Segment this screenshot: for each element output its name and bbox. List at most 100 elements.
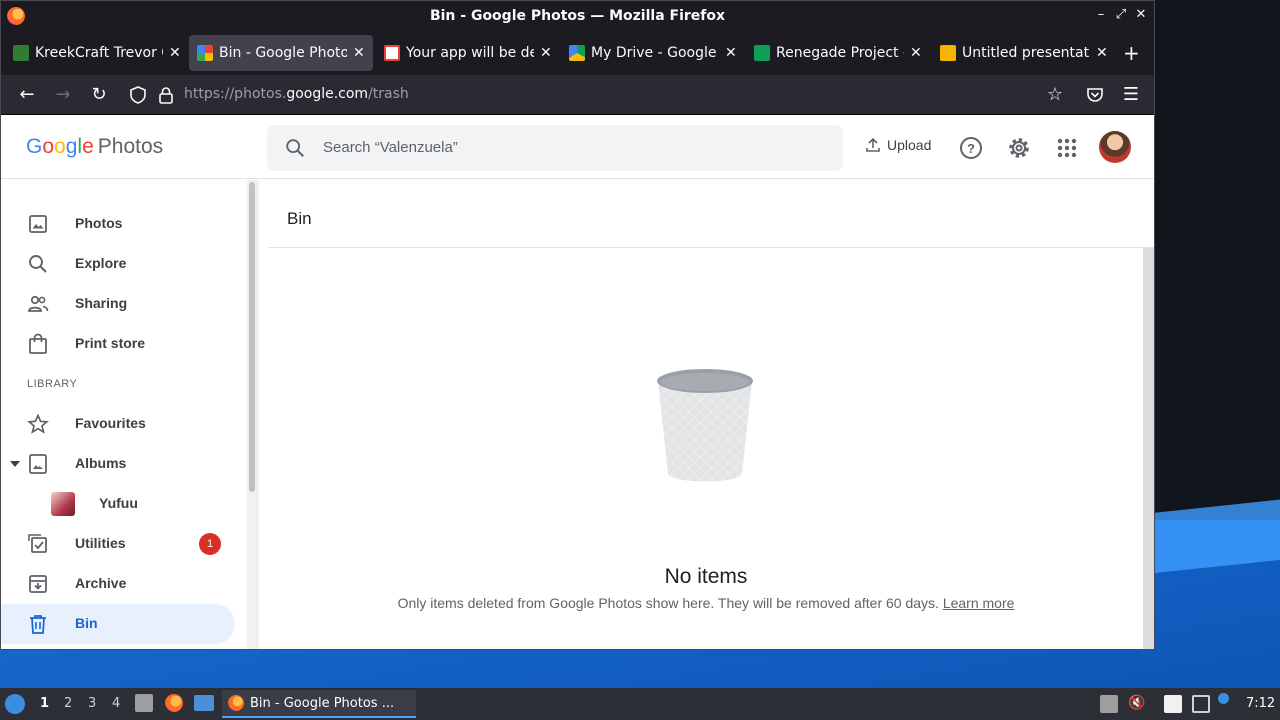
- trash-icon: [30, 615, 46, 634]
- network-icon[interactable]: [1192, 695, 1210, 713]
- sidebar-item-albums[interactable]: Albums: [1, 444, 235, 484]
- archive-icon: [29, 575, 47, 593]
- start-menu-icon[interactable]: [5, 694, 25, 714]
- tab-kreekcraft[interactable]: KreekCraft Trevor C ✕: [5, 35, 189, 71]
- desktop-icon[interactable]: [194, 695, 214, 711]
- utilities-icon: [28, 534, 47, 553]
- tab-close-icon[interactable]: ✕: [353, 45, 365, 61]
- tab-untitled-presentation[interactable]: Untitled presentatio ✕: [932, 35, 1116, 71]
- sidebar-item-label: Albums: [75, 455, 127, 471]
- library-section-label: LIBRARY: [27, 378, 78, 390]
- empty-bin-illustration: [657, 369, 753, 482]
- tab-close-icon[interactable]: ✕: [540, 45, 552, 61]
- taskbar: 1 2 3 4 Bin - Google Photos ... 🔇 7:12: [0, 688, 1280, 720]
- shield-icon[interactable]: [129, 86, 147, 104]
- album-icon: [29, 454, 47, 474]
- sidebar-item-album-yufuu[interactable]: Yufuu: [1, 484, 235, 524]
- search-box[interactable]: Search “Valenzuela”: [267, 125, 843, 171]
- sidebar-item-label: Bin: [75, 615, 98, 631]
- sidebar-item-archive[interactable]: Archive: [1, 564, 235, 604]
- pocket-icon[interactable]: [1086, 86, 1104, 104]
- settings-gear-icon[interactable]: [1006, 135, 1032, 161]
- taskbar-app-firefox[interactable]: Bin - Google Photos ...: [222, 690, 416, 718]
- account-avatar[interactable]: [1099, 131, 1131, 163]
- sidebar: Photos Explore Sharing Print store LIBRA…: [1, 180, 259, 649]
- sidebar-scrollbar-thumb[interactable]: [249, 182, 255, 492]
- sidebar-item-label: Sharing: [75, 295, 128, 311]
- help-icon[interactable]: ?: [958, 135, 984, 161]
- tab-label: KreekCraft Trevor C: [35, 45, 163, 61]
- forward-icon[interactable]: →: [51, 83, 75, 107]
- tab-close-icon[interactable]: ✕: [910, 45, 922, 61]
- sidebar-item-label: Print store: [75, 335, 146, 351]
- reload-icon[interactable]: ↻: [87, 83, 111, 107]
- tab-close-icon[interactable]: ✕: [169, 45, 181, 61]
- url-text[interactable]: https://photos.google.com/trash: [184, 86, 409, 102]
- tab-gmail[interactable]: Your app will be de ✕: [376, 35, 560, 71]
- google-photos-page: Google Photos Search “Valenzuela” Upload …: [1, 115, 1154, 649]
- workspace-2[interactable]: 2: [64, 696, 72, 711]
- album-thumbnail: [51, 492, 75, 516]
- sidebar-item-explore[interactable]: Explore: [1, 244, 235, 284]
- youtube-thumb-icon: [13, 45, 29, 61]
- expand-caret-icon[interactable]: [9, 458, 21, 470]
- notification-icon[interactable]: [1218, 693, 1229, 704]
- firefox-window: Bin - Google Photos — Mozilla Firefox – …: [0, 0, 1155, 650]
- clipboard-icon[interactable]: [1164, 695, 1182, 713]
- google-drive-icon: [569, 45, 585, 61]
- upload-label: Upload: [887, 137, 932, 153]
- photo-icon: [29, 215, 47, 233]
- update-tray-icon[interactable]: [1100, 695, 1118, 713]
- workspace-4[interactable]: 4: [112, 696, 120, 711]
- sidebar-item-utilities[interactable]: Utilities 1: [1, 524, 235, 564]
- desktop-dark-area: [1155, 0, 1280, 520]
- tab-renegade-project[interactable]: Renegade Project - ✕: [746, 35, 930, 71]
- star-icon: [27, 413, 49, 434]
- tab-my-drive[interactable]: My Drive - Google D ✕: [561, 35, 745, 71]
- new-tab-button[interactable]: +: [1123, 41, 1140, 65]
- sidebar-item-sharing[interactable]: Sharing: [1, 284, 235, 324]
- sidebar-item-label: Yufuu: [99, 495, 138, 511]
- sidebar-item-bin[interactable]: Bin: [1, 604, 235, 644]
- maximize-button[interactable]: ⤢: [1113, 7, 1129, 22]
- volume-muted-icon[interactable]: 🔇: [1128, 695, 1146, 713]
- content-title-bar: Bin: [269, 180, 1154, 248]
- sidebar-item-label: Favourites: [75, 415, 146, 431]
- tab-close-icon[interactable]: ✕: [725, 45, 737, 61]
- url-bar[interactable]: https://photos.google.com/trash: [123, 79, 1123, 111]
- minimize-button[interactable]: –: [1093, 7, 1109, 22]
- search-input[interactable]: Search “Valenzuela”: [323, 139, 458, 156]
- apps-grid-icon[interactable]: [1054, 135, 1080, 161]
- search-icon[interactable]: [284, 137, 306, 159]
- tab-bin-google-photos[interactable]: Bin - Google Photos ✕: [189, 35, 373, 71]
- workspace-1[interactable]: 1: [40, 696, 49, 711]
- logo-google: Google: [26, 135, 94, 158]
- bookmark-star-icon[interactable]: ☆: [1043, 83, 1067, 107]
- learn-more-link[interactable]: Learn more: [943, 595, 1015, 611]
- clock: 7:12: [1246, 696, 1276, 711]
- tab-label: Untitled presentatio: [962, 45, 1090, 61]
- content-scrollbar[interactable]: [1143, 248, 1154, 649]
- svg-text:?: ?: [967, 141, 975, 156]
- empty-state-description: Only items deleted from Google Photos sh…: [397, 595, 1015, 611]
- search-icon: [29, 255, 47, 273]
- sidebar-item-photos[interactable]: Photos: [1, 204, 235, 244]
- sidebar-item-favourites[interactable]: Favourites: [1, 404, 235, 444]
- gmail-icon: [384, 45, 400, 61]
- tab-close-icon[interactable]: ✕: [1096, 45, 1108, 61]
- sidebar-item-print-store[interactable]: Print store: [1, 324, 235, 364]
- hamburger-menu-icon[interactable]: ☰: [1119, 83, 1143, 107]
- google-photos-logo[interactable]: Google Photos: [26, 135, 163, 159]
- sidebar-item-label: Utilities: [75, 535, 126, 551]
- file-manager-icon[interactable]: [135, 694, 153, 712]
- logo-photos: Photos: [97, 135, 164, 158]
- workspace-3[interactable]: 3: [88, 696, 96, 711]
- tab-label: My Drive - Google D: [591, 45, 719, 61]
- firefox-launcher-icon[interactable]: [165, 694, 183, 712]
- tab-label: Bin - Google Photos: [219, 45, 347, 61]
- taskbar-app-label: Bin - Google Photos ...: [250, 695, 395, 711]
- lock-icon[interactable]: [158, 86, 174, 104]
- upload-button[interactable]: Upload: [865, 137, 931, 153]
- back-icon[interactable]: ←: [15, 83, 39, 107]
- close-window-button[interactable]: ✕: [1133, 7, 1149, 22]
